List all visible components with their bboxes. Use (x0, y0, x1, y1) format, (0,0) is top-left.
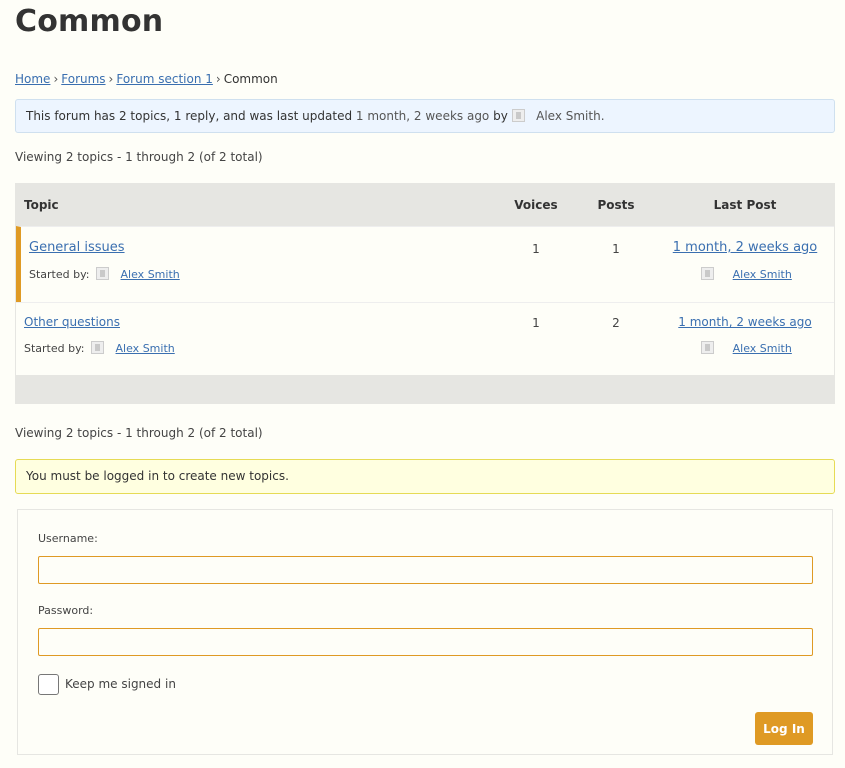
topic-link[interactable]: General issues (29, 240, 125, 255)
last-post-author: Alex Smith (656, 267, 834, 281)
last-post-cell: 1 month, 2 weeks ago Alex Smith (656, 227, 834, 302)
avatar-icon (511, 109, 525, 122)
username-label: Username: (38, 532, 98, 545)
avatar-icon (701, 341, 715, 354)
topic-author-link[interactable]: Alex Smith (121, 268, 180, 281)
topics-table: Topic Voices Posts Last Post General iss… (15, 183, 835, 404)
topic-author-link[interactable]: Alex Smith (116, 342, 175, 355)
table-header: Topic Voices Posts Last Post (16, 184, 834, 226)
remember-me-label[interactable]: Keep me signed in (65, 677, 176, 691)
page-title: Common (15, 4, 164, 39)
remember-me-checkbox[interactable] (38, 674, 59, 695)
topic-started-by: Started by: Alex Smith (29, 267, 496, 281)
login-required-notice: You must be logged in to create new topi… (15, 459, 835, 494)
header-topic: Topic (24, 198, 59, 212)
table-row: General issues Started by: Alex Smith 1 … (16, 226, 834, 302)
breadcrumb-separator: › (215, 72, 221, 86)
last-post-time-link[interactable]: 1 month, 2 weeks ago (673, 240, 818, 255)
header-last-post: Last Post (713, 198, 777, 212)
topic-started-by: Started by: Alex Smith (24, 341, 496, 355)
topic-cell: General issues Started by: Alex Smith (21, 227, 496, 302)
login-button[interactable]: Log In (755, 712, 813, 745)
pagination-summary-bottom: Viewing 2 topics - 1 through 2 (of 2 tot… (15, 426, 263, 440)
table-footer (16, 375, 834, 403)
breadcrumb-current: Common (223, 72, 278, 86)
username-input[interactable] (38, 556, 813, 584)
topic-link[interactable]: Other questions (24, 315, 120, 329)
breadcrumb-separator: › (108, 72, 114, 86)
voices-count: 1 (532, 316, 540, 330)
last-post-author-link[interactable]: Alex Smith (733, 268, 792, 281)
password-input[interactable] (38, 628, 813, 656)
pagination-summary-top: Viewing 2 topics - 1 through 2 (of 2 tot… (15, 150, 263, 164)
forum-info-by: by (493, 109, 508, 123)
forum-info-box: This forum has 2 topics, 1 reply, and wa… (15, 99, 835, 133)
last-post-author-link[interactable]: Alex Smith (733, 342, 792, 355)
posts-count: 2 (612, 316, 620, 330)
forum-last-updated: 1 month, 2 weeks ago (355, 109, 490, 123)
avatar-icon (91, 341, 105, 354)
last-post-cell: 1 month, 2 weeks ago Alex Smith (656, 303, 834, 375)
breadcrumb-home[interactable]: Home (15, 72, 50, 86)
last-post-author: Alex Smith (656, 341, 834, 355)
table-row: Other questions Started by: Alex Smith 1… (16, 302, 834, 375)
topic-cell: Other questions Started by: Alex Smith (16, 303, 496, 375)
header-posts: Posts (597, 198, 635, 212)
password-label: Password: (38, 604, 94, 617)
breadcrumb: Home › Forums › Forum section 1 › Common (15, 72, 278, 86)
forum-last-author: Alex Smith. (536, 109, 605, 123)
header-voices: Voices (514, 198, 558, 212)
last-post-time-link[interactable]: 1 month, 2 weeks ago (678, 315, 811, 329)
breadcrumb-forum-section[interactable]: Forum section 1 (116, 72, 213, 86)
posts-count: 1 (612, 242, 620, 256)
breadcrumb-separator: › (53, 72, 59, 86)
started-by-label: Started by: (29, 268, 90, 281)
started-by-label: Started by: (24, 342, 85, 355)
breadcrumb-forums[interactable]: Forums (61, 72, 105, 86)
avatar-icon (96, 267, 110, 280)
forum-info-text: This forum has 2 topics, 1 reply, and wa… (26, 109, 353, 123)
login-form: Username: Password: Keep me signed in Lo… (17, 509, 833, 755)
voices-count: 1 (532, 242, 540, 256)
avatar-icon (701, 267, 715, 280)
